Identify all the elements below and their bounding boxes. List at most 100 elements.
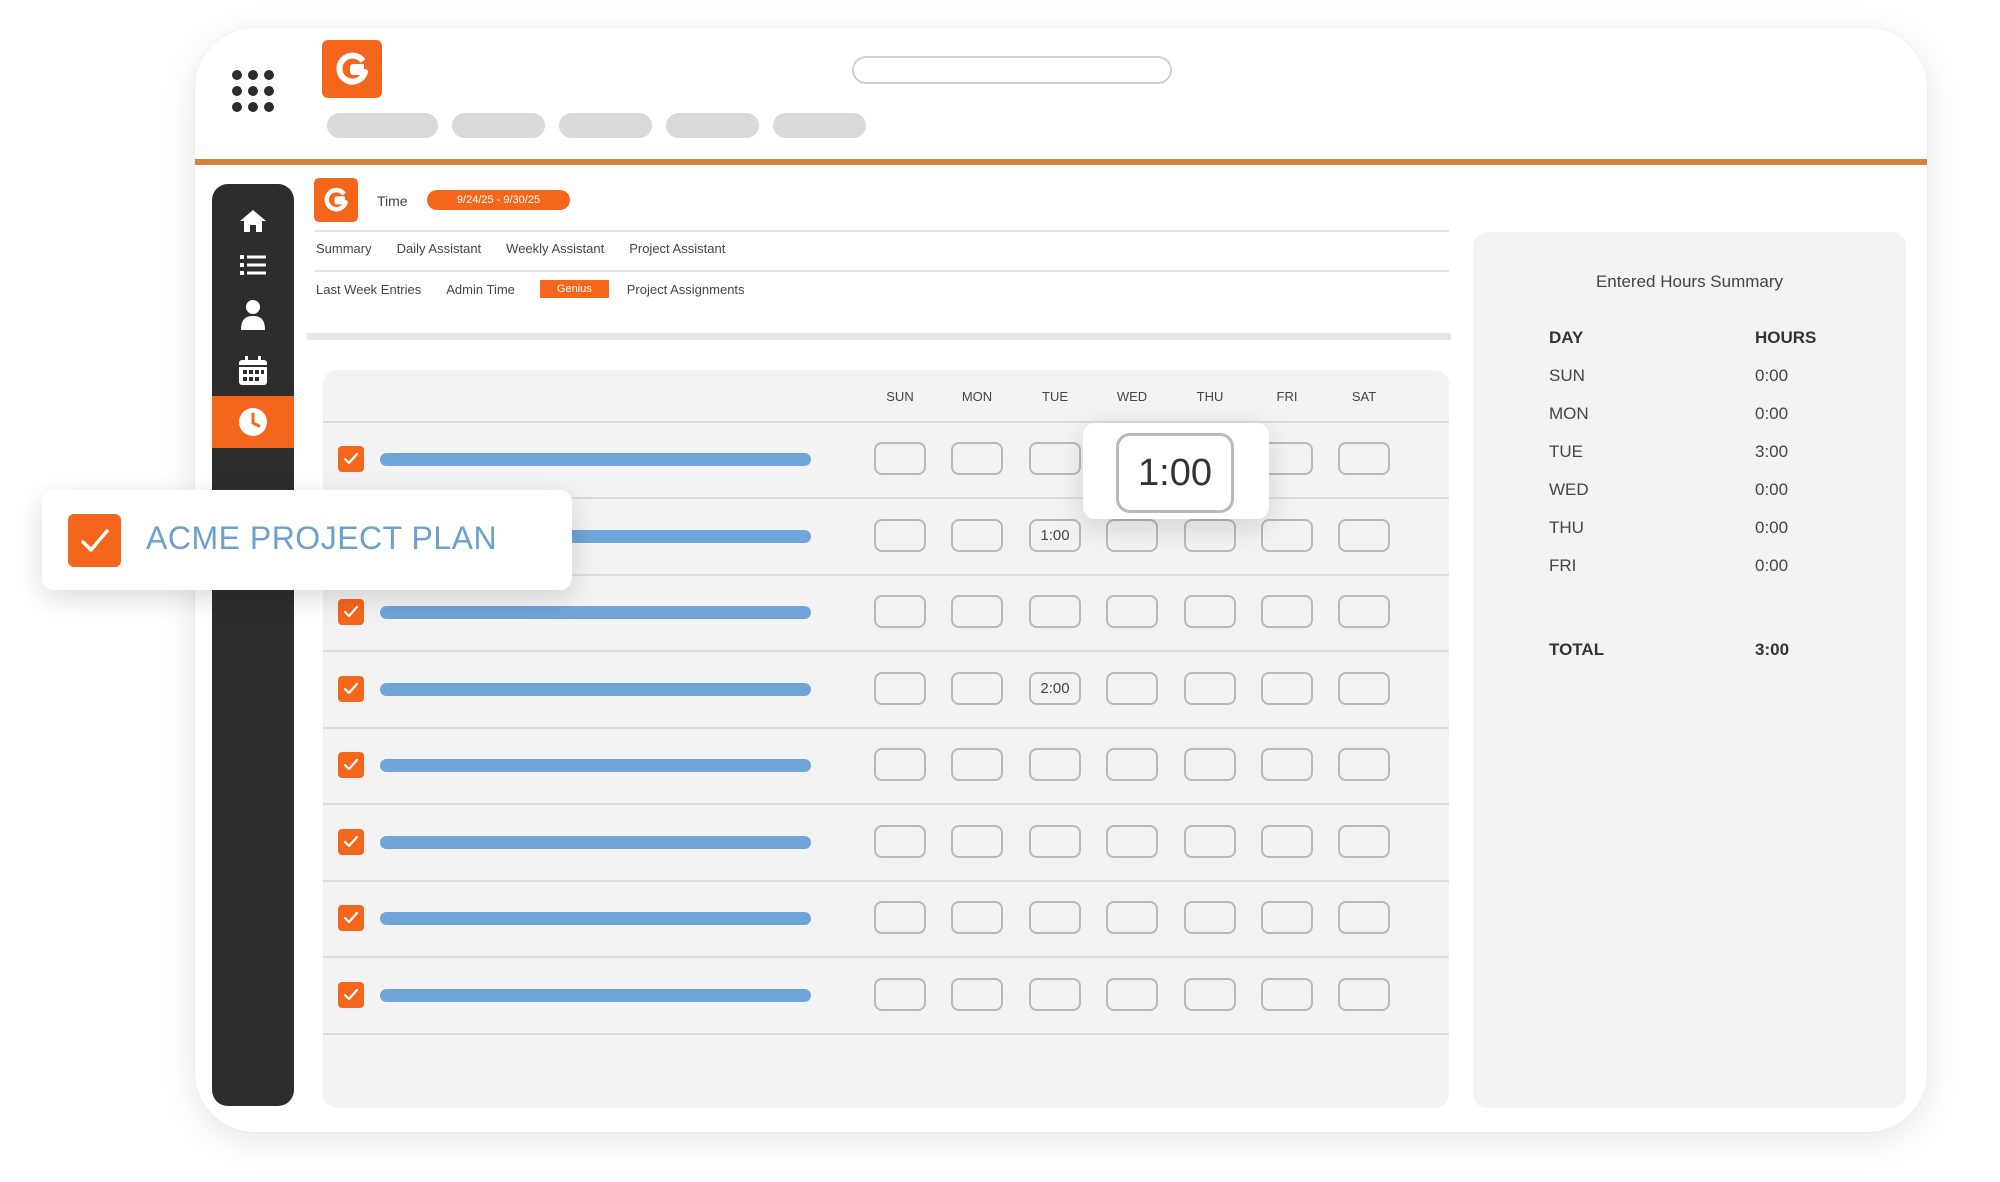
- hours-input-mon[interactable]: [951, 671, 1003, 705]
- tab-genius[interactable]: Genius: [539, 280, 609, 298]
- hours-input-fri[interactable]: [1261, 824, 1313, 858]
- hours-input-sat[interactable]: [1338, 748, 1390, 781]
- hours-input-tue[interactable]: [1029, 977, 1081, 1011]
- tab-project-assistant[interactable]: Project Assistant: [629, 241, 725, 256]
- row-divider: [323, 650, 1449, 653]
- hours-input-wed[interactable]: [1106, 595, 1158, 628]
- tab-summary[interactable]: Summary: [316, 241, 372, 256]
- hours-input-mon[interactable]: [951, 977, 1003, 1011]
- hours-input-fri[interactable]: [1261, 977, 1313, 1011]
- nav-pill-2[interactable]: [452, 113, 545, 138]
- nav-pill-1[interactable]: [327, 113, 438, 138]
- hours-input-sat[interactable]: [1338, 671, 1390, 705]
- row-checkbox[interactable]: [338, 599, 364, 625]
- summary-day: FRI: [1549, 556, 1577, 575]
- hours-input-tue[interactable]: [1029, 442, 1081, 475]
- row-checkbox[interactable]: [338, 446, 364, 472]
- summary-day: SUN: [1549, 366, 1585, 385]
- apps-grid-icon[interactable]: [232, 70, 274, 112]
- hours-input-mon[interactable]: [951, 748, 1003, 781]
- row-divider: [323, 956, 1449, 959]
- hours-input-sun[interactable]: [874, 824, 926, 858]
- hours-input-tue[interactable]: 2:00: [1029, 671, 1081, 705]
- hours-input-thu[interactable]: [1184, 824, 1236, 858]
- brand-logo[interactable]: [322, 40, 382, 98]
- hours-input-tue[interactable]: [1029, 901, 1081, 934]
- hours-input-wed[interactable]: [1106, 824, 1158, 858]
- row-checkbox[interactable]: [338, 905, 364, 931]
- hours-input-sat[interactable]: [1338, 977, 1390, 1011]
- hours-input-sun[interactable]: [874, 671, 926, 705]
- hours-input-thu[interactable]: [1184, 748, 1236, 781]
- header-divider: [195, 159, 1927, 165]
- hours-input-sun[interactable]: [874, 518, 926, 552]
- zoomed-hours-field[interactable]: 1:00: [1116, 433, 1234, 513]
- hours-input-tue[interactable]: [1029, 824, 1081, 858]
- hours-input-wed[interactable]: [1106, 748, 1158, 781]
- hours-input-thu[interactable]: [1184, 977, 1236, 1011]
- hours-input-sat[interactable]: [1338, 595, 1390, 628]
- sidebar-item-list[interactable]: [212, 240, 294, 290]
- sidebar-item-user[interactable]: [212, 290, 294, 340]
- tab-admin-time[interactable]: Admin Time: [446, 282, 515, 297]
- hours-input-thu[interactable]: [1184, 595, 1236, 628]
- hours-input-sun[interactable]: [874, 442, 926, 475]
- sidebar-item-home[interactable]: [212, 196, 294, 246]
- hours-input-sun[interactable]: [874, 748, 926, 781]
- hours-input-mon[interactable]: [951, 518, 1003, 552]
- nav-pill-5[interactable]: [773, 113, 866, 138]
- hours-input-sat[interactable]: [1338, 824, 1390, 858]
- project-checkbox[interactable]: [68, 514, 121, 567]
- hours-input-tue[interactable]: [1029, 748, 1081, 781]
- divider: [307, 333, 1451, 340]
- hours-input-mon[interactable]: [951, 442, 1003, 475]
- hours-input-sat[interactable]: [1338, 442, 1390, 475]
- hours-input-wed[interactable]: [1106, 977, 1158, 1011]
- hours-input-fri[interactable]: [1261, 901, 1313, 934]
- hours-input-sun[interactable]: [874, 595, 926, 628]
- hours-input-sat[interactable]: [1338, 518, 1390, 552]
- row-checkbox[interactable]: [338, 675, 364, 702]
- tab-last-week-entries[interactable]: Last Week Entries: [316, 282, 421, 297]
- hours-input-sat[interactable]: [1338, 901, 1390, 934]
- search-input[interactable]: [852, 56, 1172, 84]
- summary-day: TUE: [1549, 442, 1583, 461]
- hours-input-fri[interactable]: [1261, 748, 1313, 781]
- tab-daily-assistant[interactable]: Daily Assistant: [397, 241, 482, 256]
- tab-weekly-assistant[interactable]: Weekly Assistant: [506, 241, 604, 256]
- row-checkbox[interactable]: [338, 981, 364, 1008]
- hours-input-mon[interactable]: [951, 824, 1003, 858]
- user-icon: [241, 300, 265, 330]
- sidebar-item-time[interactable]: [212, 396, 294, 448]
- row-divider: [323, 879, 1449, 882]
- date-range-badge[interactable]: 9/24/25 - 9/30/25: [427, 190, 570, 210]
- hours-input-thu[interactable]: [1184, 901, 1236, 934]
- hours-input-sun[interactable]: [874, 977, 926, 1011]
- hours-input-sun[interactable]: [874, 901, 926, 934]
- hours-input-thu[interactable]: [1184, 518, 1236, 552]
- hours-input-wed[interactable]: [1106, 901, 1158, 934]
- hours-input-tue[interactable]: [1029, 595, 1081, 628]
- nav-pill-4[interactable]: [666, 113, 759, 138]
- hours-input-wed[interactable]: [1106, 518, 1158, 552]
- row-checkbox[interactable]: [338, 828, 364, 855]
- hours-input-tue[interactable]: 1:00: [1029, 518, 1081, 552]
- summary-hours: 0:00: [1755, 404, 1789, 423]
- hours-input-wed[interactable]: [1106, 671, 1158, 705]
- hours-input-fri[interactable]: [1261, 595, 1313, 628]
- hours-input-fri[interactable]: [1261, 518, 1313, 552]
- hours-input-mon[interactable]: [951, 901, 1003, 934]
- divider: [314, 230, 1449, 232]
- day-header-sat: SAT: [1351, 389, 1377, 404]
- check-icon: [343, 605, 359, 618]
- col-hours-header: HOURS: [1755, 328, 1817, 347]
- tab-project-assignments[interactable]: Project Assignments: [627, 282, 745, 297]
- row-checkbox[interactable]: [338, 752, 364, 778]
- hours-input-mon[interactable]: [951, 595, 1003, 628]
- sidebar-item-calendar[interactable]: [212, 346, 294, 396]
- nav-pill-3[interactable]: [559, 113, 652, 138]
- row-divider: [323, 726, 1449, 729]
- hours-input-fri[interactable]: [1261, 671, 1313, 705]
- summary-day: WED: [1549, 480, 1589, 499]
- hours-input-thu[interactable]: [1184, 671, 1236, 705]
